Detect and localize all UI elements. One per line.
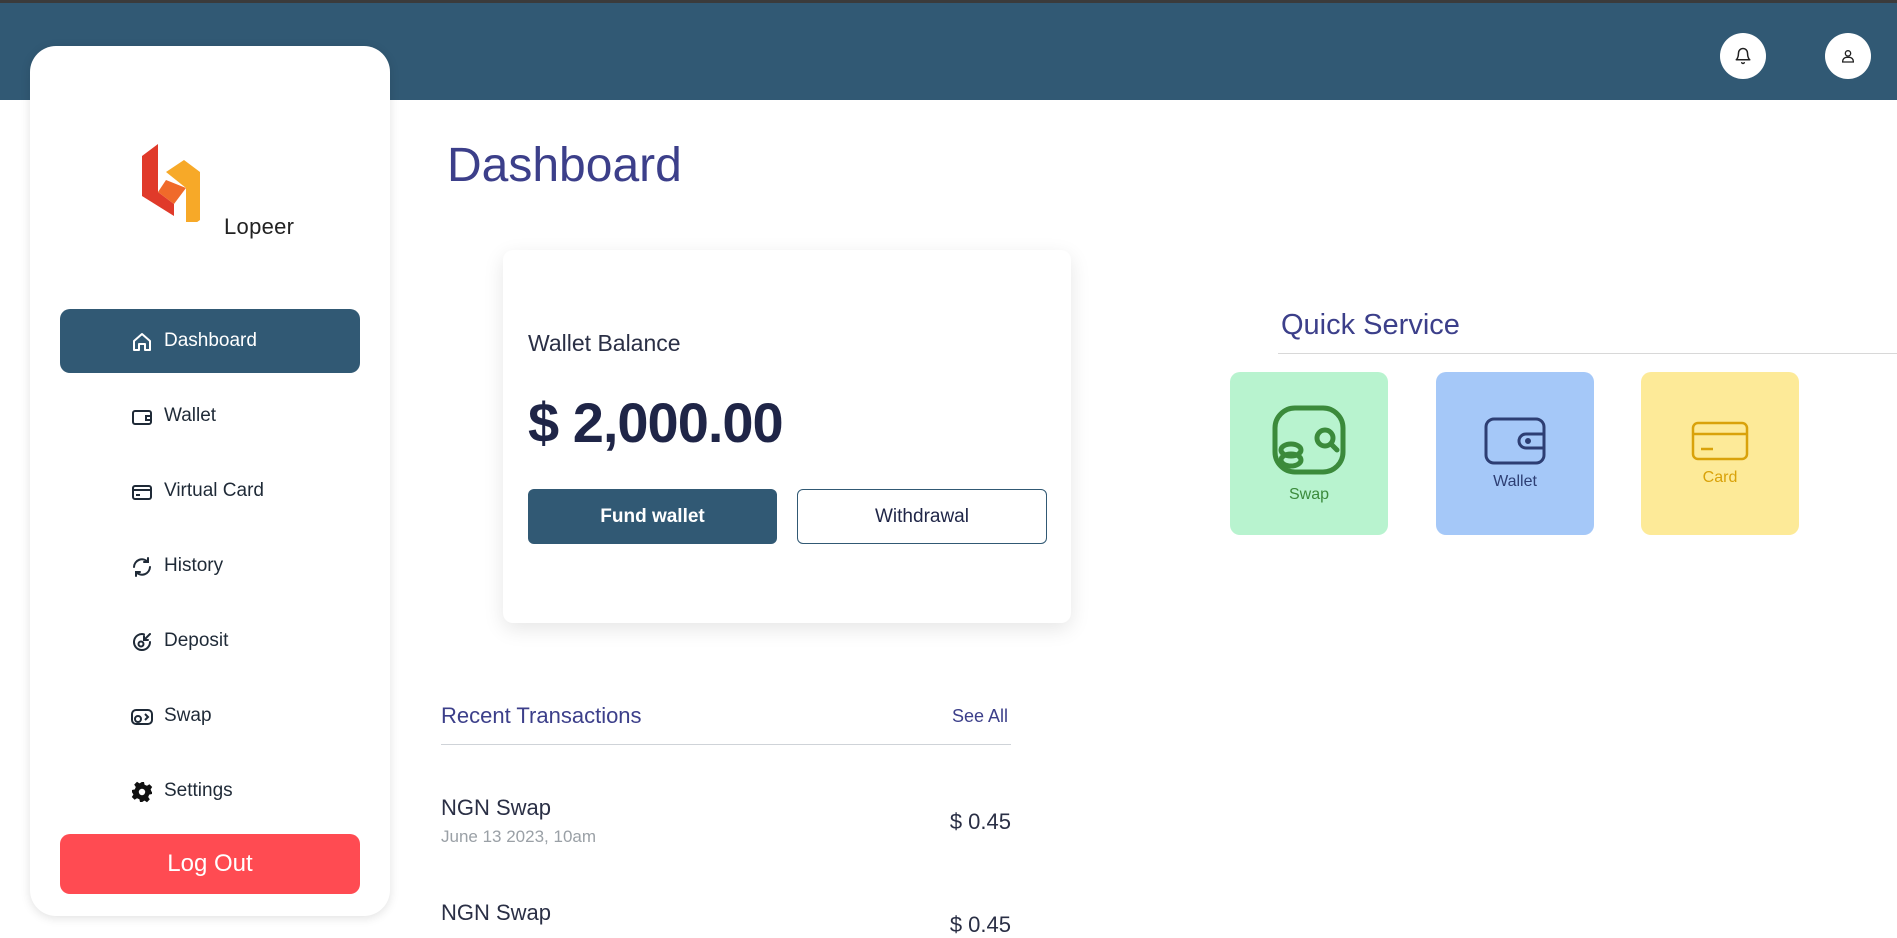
sidebar-item-dashboard[interactable]: Dashboard: [60, 309, 360, 373]
deposit-icon: [133, 633, 152, 651]
bell-icon: [1735, 47, 1751, 65]
quick-service-swap[interactable]: Swap: [1230, 372, 1388, 535]
see-all-link[interactable]: See All: [952, 706, 1008, 727]
transaction-amount: $ 0.45: [949, 809, 1011, 834]
sidebar-item-settings[interactable]: Settings: [60, 759, 360, 823]
sidebar-item-label: Virtual Card: [164, 480, 264, 501]
sidebar-item-history[interactable]: History: [60, 534, 360, 598]
fund-wallet-button[interactable]: Fund wallet: [528, 489, 777, 544]
recent-transactions-divider: [441, 744, 1011, 745]
wallet-icon: [132, 410, 152, 425]
sidebar-item-label: Settings: [164, 780, 233, 801]
gear-icon: [131, 781, 153, 803]
tile-label: Wallet: [1493, 472, 1537, 490]
sidebar-item-deposit[interactable]: Deposit: [60, 609, 360, 673]
transaction-name: NGN Swap: [441, 795, 552, 820]
history-icon: [133, 557, 151, 577]
sidebar-item-label: Deposit: [164, 630, 229, 651]
sidebar-item-label: Swap: [164, 705, 212, 726]
quick-service-title: Quick Service: [1281, 309, 1460, 341]
sidebar: Lopeer Dashboard Wallet Virtual Card His…: [30, 46, 390, 916]
transaction-amount: $ 0.45: [949, 912, 1011, 937]
profile-button[interactable]: [1825, 33, 1871, 79]
logout-button[interactable]: Log Out: [60, 834, 360, 894]
transaction-date: June 13 2023, 10am: [441, 827, 597, 846]
sidebar-item-wallet[interactable]: Wallet: [60, 384, 360, 448]
page-title: Dashboard: [447, 139, 682, 192]
quick-service-divider: [1278, 353, 1897, 354]
sidebar-item-virtual-card[interactable]: Virtual Card: [60, 459, 360, 523]
recent-transactions-title: Recent Transactions: [441, 703, 642, 728]
sidebar-item-label: Wallet: [164, 405, 217, 426]
tile-label: Card: [1702, 468, 1738, 486]
lopeer-logo-icon: [142, 144, 200, 222]
home-icon: [133, 333, 151, 351]
transaction-name: NGN Swap: [441, 900, 552, 925]
quick-service-card[interactable]: Card: [1641, 372, 1799, 535]
tile-label: Swap: [1288, 485, 1330, 503]
wallet-balance-card: Wallet Balance $ 2,000.00 Fund wallet Wi…: [503, 250, 1071, 623]
sidebar-item-label: Dashboard: [164, 330, 257, 351]
withdrawal-button[interactable]: Withdrawal: [797, 489, 1047, 544]
user-icon: [1842, 50, 1854, 63]
sidebar-item-label: History: [164, 555, 224, 576]
notifications-button[interactable]: [1720, 33, 1766, 79]
sidebar-item-swap[interactable]: Swap: [60, 684, 360, 748]
brand-logo[interactable]: Lopeer: [130, 132, 360, 239]
wallet-balance-label: Wallet Balance: [528, 330, 681, 356]
swap-coins-icon: [1272, 405, 1346, 474]
quick-service-wallet[interactable]: Wallet: [1436, 372, 1594, 535]
wallet-icon: [1484, 417, 1546, 464]
brand-name: Lopeer: [224, 214, 295, 239]
wallet-balance-amount: $ 2,000.00: [528, 391, 784, 454]
credit-card-icon: [132, 485, 152, 500]
credit-card-icon: [1691, 421, 1749, 460]
swap-icon: [131, 709, 153, 725]
